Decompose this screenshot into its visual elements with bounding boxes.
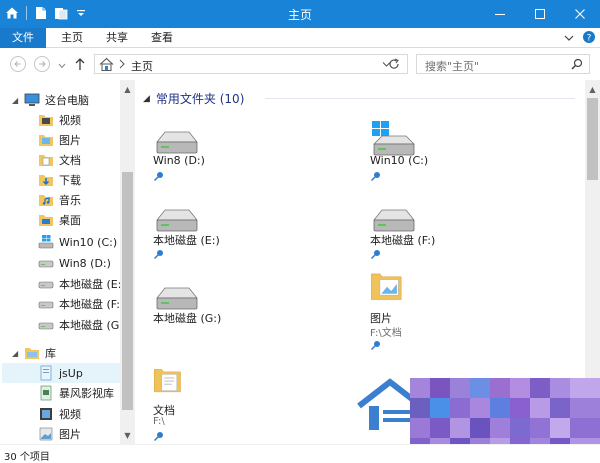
nav-label: 下载: [59, 174, 81, 187]
item-name: 本地磁盘 (F:): [370, 234, 436, 247]
folder-item-documents[interactable]: 文档 F:\: [153, 360, 323, 442]
status-bar: 30 个项目: [0, 444, 600, 463]
search-box[interactable]: 搜索"主页": [416, 54, 590, 74]
nav-label: 这台电脑: [45, 94, 89, 107]
nav-label: 库: [45, 347, 56, 360]
drive-icon: [38, 296, 54, 312]
tab-file[interactable]: 文件: [0, 28, 46, 48]
folder-item-drive-c[interactable]: Win10 (C:): [370, 116, 540, 186]
documents-folder-icon: [38, 152, 54, 168]
video-library-icon: [38, 406, 54, 422]
windows-drive-icon: [38, 234, 54, 250]
tab-home[interactable]: 主页: [52, 28, 92, 48]
folder-item-drive-f[interactable]: 本地磁盘 (F:): [370, 202, 540, 272]
video-folder-icon: [38, 112, 54, 128]
home-icon: [99, 57, 114, 75]
folder-item-drive-g[interactable]: 本地磁盘 (G:): [153, 280, 323, 350]
pin-icon[interactable]: [153, 430, 165, 442]
item-path: F:\文档: [370, 328, 402, 339]
item-name: 本地磁盘 (E:): [153, 234, 220, 247]
tab-share[interactable]: 共享: [97, 28, 137, 48]
refresh-icon[interactable]: [388, 58, 400, 73]
search-icon[interactable]: [571, 58, 583, 73]
maximize-button[interactable]: [520, 0, 560, 28]
libraries-icon: [24, 345, 40, 361]
nav-label: 本地磁盘 (G:): [59, 319, 128, 332]
desktop-folder-icon: [38, 212, 54, 228]
title-bar: 主页: [0, 0, 600, 28]
nav-label: 音乐: [59, 194, 81, 207]
search-input[interactable]: 搜索"主页": [425, 58, 479, 74]
nav-this-pc[interactable]: ◢ 这台电脑: [12, 90, 132, 110]
ribbon-tabs: 文件 主页 共享 查看 ?: [0, 28, 600, 48]
address-bar[interactable]: 主页: [94, 54, 408, 74]
drive-icon: [38, 255, 54, 271]
nav-scrollbar[interactable]: ▲ ▼: [120, 80, 135, 444]
group-title: 常用文件夹 (10): [155, 92, 245, 106]
downloads-folder-icon: [38, 172, 54, 188]
up-arrow-icon[interactable]: [74, 57, 86, 74]
recent-locations-icon[interactable]: [58, 60, 66, 73]
nav-label: 本地磁盘 (F:): [59, 298, 125, 311]
nav-label: 视频: [59, 114, 81, 127]
item-path: F:\: [153, 416, 165, 427]
drive-icon: [38, 317, 54, 333]
pin-icon[interactable]: [370, 339, 382, 351]
nav-label: 文档: [59, 154, 81, 167]
back-button[interactable]: [10, 56, 26, 72]
pin-icon[interactable]: [153, 170, 165, 182]
music-folder-icon: [38, 192, 54, 208]
item-count: 30 个项目: [4, 452, 50, 463]
group-divider: [265, 98, 575, 99]
forward-button[interactable]: [34, 56, 50, 72]
nav-label: Win10 (C:): [59, 235, 118, 249]
item-name: Win10 (C:): [370, 154, 429, 167]
scroll-up-icon[interactable]: ▲: [585, 82, 600, 96]
close-button[interactable]: [560, 0, 600, 28]
scroll-up-icon[interactable]: ▲: [120, 82, 135, 96]
drive-icon: [38, 276, 54, 292]
nav-label: 暴风影视库: [59, 387, 114, 400]
scroll-down-icon[interactable]: ▼: [120, 428, 135, 442]
expand-chevron-icon[interactable]: ◢: [12, 349, 24, 358]
item-name: 本地磁盘 (G:): [153, 312, 222, 325]
pin-icon[interactable]: [370, 170, 382, 182]
pin-icon[interactable]: [153, 248, 165, 260]
nav-label: 本地磁盘 (E:): [59, 278, 126, 291]
item-name: Win8 (D:): [153, 154, 205, 167]
library-icon: [38, 365, 54, 381]
library-icon: [38, 385, 54, 401]
nav-label: 图片: [59, 134, 81, 147]
minimize-button[interactable]: [480, 0, 520, 28]
pictures-folder-icon: [371, 273, 402, 300]
folder-item-drive-e[interactable]: 本地磁盘 (E:): [153, 202, 323, 272]
content-scroll-thumb[interactable]: [587, 98, 598, 180]
folder-item-pictures[interactable]: 图片 F:\文档: [370, 266, 540, 351]
expand-chevron-icon[interactable]: ◢: [12, 96, 24, 105]
tab-view[interactable]: 查看: [142, 28, 182, 48]
group-header[interactable]: ◢ 常用文件夹 (10): [143, 90, 244, 107]
address-row: 主页 搜索"主页": [0, 48, 600, 80]
nav-label: 视频: [59, 408, 81, 421]
documents-folder-icon: [154, 369, 181, 393]
computer-icon: [24, 92, 40, 108]
collapse-chevron-icon[interactable]: ◢: [143, 94, 150, 104]
nav-jsup[interactable]: jsUp: [2, 363, 120, 383]
breadcrumb-chevron-icon[interactable]: [119, 59, 125, 72]
nav-libraries[interactable]: ◢ 库: [12, 343, 132, 363]
svg-text:?: ?: [587, 34, 592, 44]
pictures-folder-icon: [38, 132, 54, 148]
nav-label: 桌面: [59, 214, 81, 227]
pictures-library-icon: [38, 426, 54, 442]
navigation-pane: ◢ 这台电脑 视频 图片 文档 下载 音乐 桌面 Win10 (C:) Win8…: [0, 80, 134, 444]
nav-label: Win8 (D:): [59, 256, 111, 270]
expand-ribbon-icon[interactable]: [564, 32, 574, 45]
pin-icon[interactable]: [370, 248, 382, 260]
breadcrumb[interactable]: 主页: [131, 58, 153, 74]
nav-label: 图片: [59, 428, 81, 441]
nav-scroll-thumb[interactable]: [122, 172, 133, 410]
nav-label: jsUp: [59, 366, 83, 380]
folder-item-drive-d[interactable]: Win8 (D:): [153, 124, 323, 194]
help-icon[interactable]: ?: [582, 30, 596, 47]
